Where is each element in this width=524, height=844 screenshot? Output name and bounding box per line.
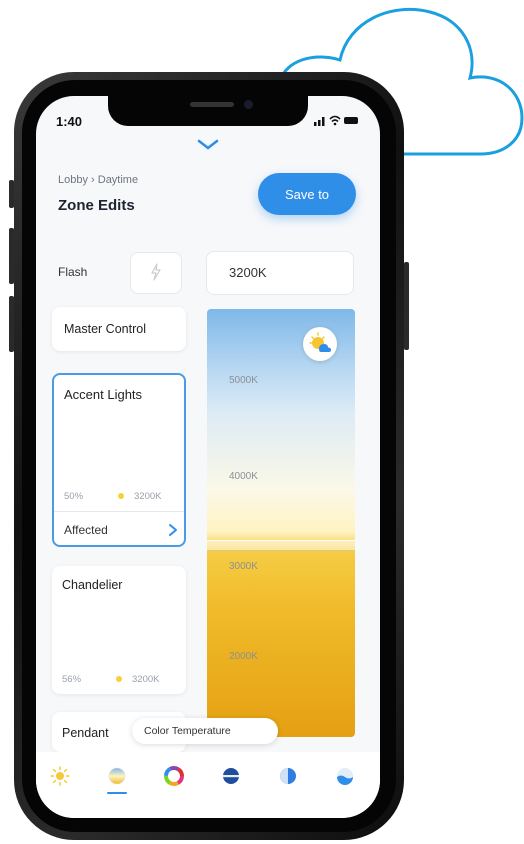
zone-accent-lights[interactable]: Accent Lights 50% 3200K Affected [52,373,186,547]
mute-switch [9,180,14,208]
half-circle-icon[interactable] [278,766,298,786]
effect-icon[interactable] [335,766,355,786]
bottom-tab-bar [36,752,380,818]
color-wheel-icon[interactable] [164,766,184,786]
collapse-chevron-icon[interactable] [196,138,220,152]
temperature-value-field[interactable]: 3200K [206,251,354,295]
status-time: 1:40 [56,114,83,129]
scale-tick: 4000K [229,471,258,482]
scene-icon[interactable] [221,766,241,786]
volume-up-button [9,228,14,284]
zone-brightness: 50% [64,491,84,502]
color-temperature-icon[interactable] [107,766,127,786]
scale-tick: 2000K [229,651,258,662]
lightning-icon [151,263,161,281]
affected-label[interactable]: Affected [64,523,108,537]
page-title: Zone Edits [58,197,135,214]
front-camera [244,100,253,109]
slider-handle[interactable] [207,540,355,551]
sun-cloud-icon [309,332,331,352]
save-to-button[interactable]: Save to [258,173,356,215]
zone-chandelier[interactable]: Chandelier 56% 3200K [52,566,186,694]
flash-label: Flash [58,265,88,279]
scale-tick: 5000K [229,375,258,386]
zone-name: Chandelier [62,578,123,592]
zone-brightness: 56% [62,674,82,685]
flash-button[interactable] [130,252,182,294]
chevron-right-icon[interactable] [168,523,178,537]
tooltip-text: Color Temperature [144,725,231,737]
zone-master-control[interactable]: Master Control [52,307,186,351]
active-tab-indicator [107,792,127,794]
volume-down-button [9,296,14,352]
status-icons [314,114,360,129]
color-temperature-slider[interactable]: 5000K 4000K 3000K 2000K [207,309,355,737]
zone-name: Accent Lights [64,387,143,402]
zone-name: Master Control [64,322,146,336]
sun-cloud-button[interactable] [303,327,337,361]
zone-name: Pendant [62,726,109,740]
power-button [404,262,409,350]
speaker [190,102,234,107]
zone-temperature: 3200K [134,491,162,502]
scale-tick: 3000K [229,561,258,572]
color-temperature-tooltip: Color Temperature [132,718,278,744]
notch [108,96,308,126]
zone-temperature: 3200K [132,674,160,685]
sun-dot-icon [118,493,124,499]
signal-wifi-battery-icon [314,115,358,126]
breadcrumb[interactable]: Lobby › Daytime [58,174,138,186]
temperature-value: 3200K [229,265,267,280]
divider [54,511,184,512]
brightness-icon[interactable] [50,766,70,786]
app-screen: 1:40 Lobby › Daytime Zone Edits Save to … [36,96,380,818]
sun-dot-icon [116,676,122,682]
